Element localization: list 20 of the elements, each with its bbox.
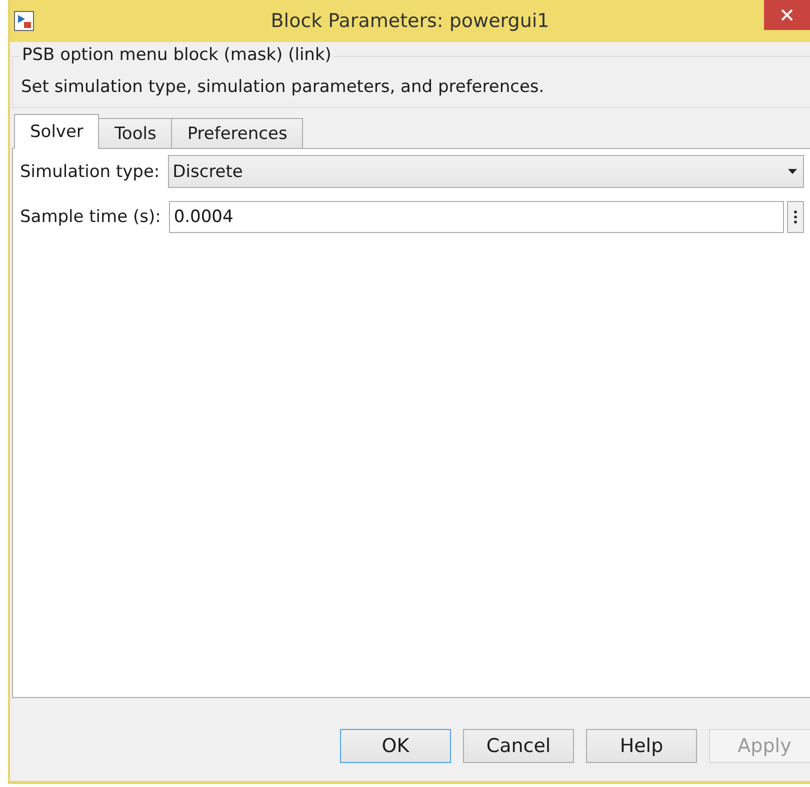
app-icon (14, 11, 34, 31)
dialog-button[interactable]: Help (586, 729, 697, 763)
dropdown[interactable]: Discrete (168, 155, 804, 188)
more-icon (794, 210, 797, 224)
dialog-button[interactable]: Cancel (463, 729, 574, 763)
field-label: Simulation type: (20, 162, 160, 182)
tab[interactable]: Preferences (171, 118, 304, 149)
more-button[interactable] (787, 201, 804, 233)
description-text: Set simulation type, simulation parameters, and preferences. (21, 77, 544, 97)
window-title: Block Parameters: powergui1 (270, 10, 550, 32)
dialog-button[interactable]: OK (340, 729, 451, 763)
field-label: Sample time (s): (20, 207, 161, 227)
group-title: PSB option menu block (mask) (link) (19, 45, 334, 65)
tab[interactable]: Solver (14, 114, 100, 149)
close-icon (781, 9, 793, 21)
close-button[interactable] (764, 0, 810, 30)
tab[interactable]: Tools (98, 118, 172, 149)
input-field[interactable]: 0.0004 (168, 201, 784, 233)
dropdown-value: Discrete (172, 162, 243, 182)
caret-icon (788, 169, 797, 174)
